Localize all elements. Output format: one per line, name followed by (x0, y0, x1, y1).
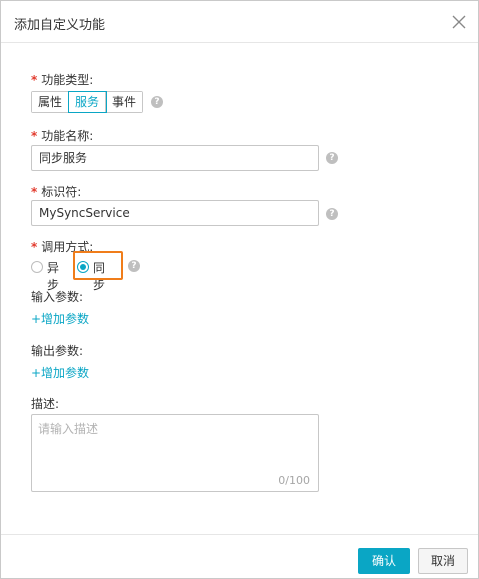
identifier-label: * 标识符: (31, 185, 82, 199)
function-type-selector: 属性 服务 事件 (31, 91, 144, 113)
sync-option-highlight (73, 251, 123, 280)
function-type-help-icon[interactable]: ? (151, 96, 163, 108)
call-mode-help-icon[interactable]: ? (128, 260, 140, 272)
type-option-property[interactable]: 属性 (32, 92, 70, 112)
description-placeholder: 请输入描述 (38, 422, 99, 436)
required-mark: * (31, 240, 38, 254)
identifier-help-icon[interactable]: ? (326, 208, 338, 220)
input-params-label: 输入参数: (31, 290, 84, 304)
function-name-label: * 功能名称: (31, 129, 94, 143)
output-params-label: 输出参数: (31, 344, 84, 358)
cancel-button[interactable]: 取消 (418, 548, 468, 574)
function-name-help-icon[interactable]: ? (326, 152, 338, 164)
description-char-counter: 0/100 (278, 474, 310, 487)
required-mark: * (31, 73, 38, 87)
function-type-label: * 功能类型: (31, 73, 94, 87)
add-output-param-link[interactable]: +增加参数 (31, 364, 89, 381)
add-custom-function-dialog: 添加自定义功能 * 功能类型: 属性 服务 事件 ? * 功能名称: 同步服务 ? … (0, 0, 479, 579)
add-input-param-link[interactable]: +增加参数 (31, 310, 89, 327)
dialog-header: 添加自定义功能 (1, 1, 478, 43)
close-icon[interactable] (451, 14, 467, 30)
description-textarea[interactable]: 请输入描述 0/100 (31, 414, 319, 492)
required-mark: * (31, 129, 38, 143)
identifier-input[interactable]: MySyncService (31, 200, 319, 226)
type-option-event[interactable]: 事件 (106, 92, 143, 112)
required-mark: * (31, 185, 38, 199)
function-name-input[interactable]: 同步服务 (31, 145, 319, 171)
dialog-title: 添加自定义功能 (14, 18, 106, 33)
radio-async[interactable] (31, 261, 43, 273)
description-label: 描述: (31, 397, 60, 411)
confirm-button[interactable]: 确认 (358, 548, 410, 574)
type-option-service[interactable]: 服务 (68, 91, 108, 113)
footer-divider (1, 534, 478, 535)
